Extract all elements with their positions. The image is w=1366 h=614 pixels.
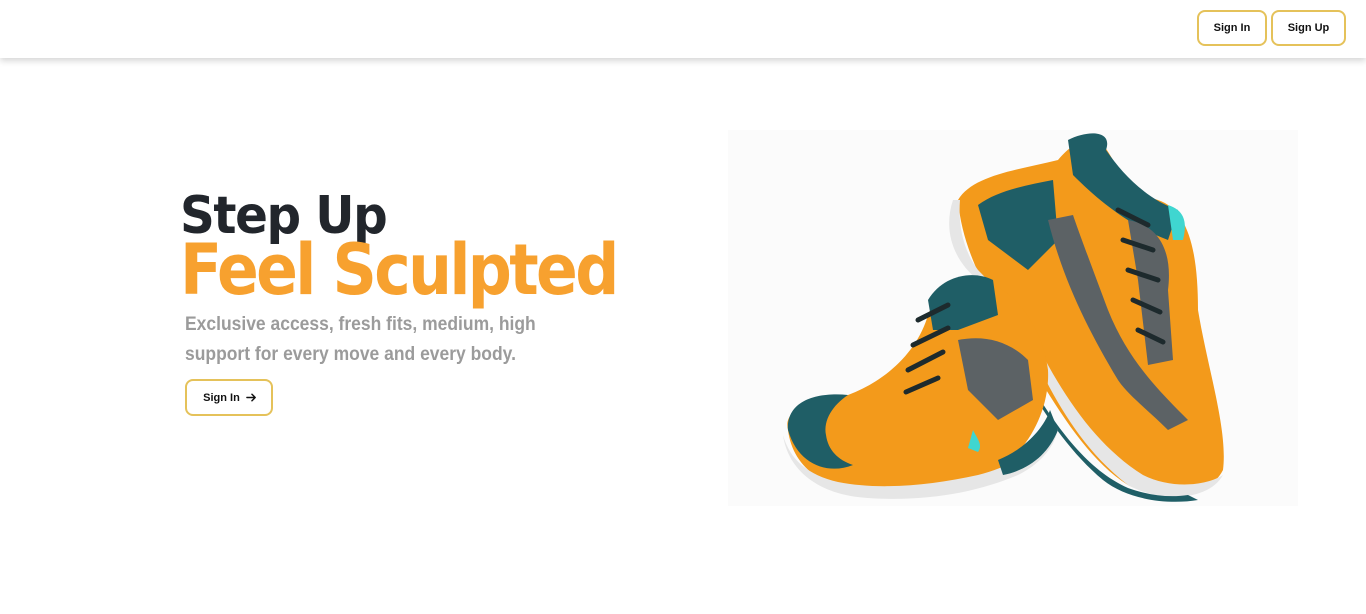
sneakers-illustration [783,133,1224,502]
header-sign-in-button[interactable]: Sign In [1197,10,1267,46]
top-navbar: Sign In Sign Up [0,0,1366,58]
sneakers-image [728,130,1298,506]
hero-text-block: Step Up Feel Sculpted Exclusive access, … [180,186,700,370]
auth-actions: Sign In Sign Up [1197,10,1346,46]
arrow-right-icon [246,393,256,402]
hero-sign-in-button[interactable]: Sign In [185,379,273,416]
header-sign-up-button[interactable]: Sign Up [1271,10,1346,46]
front-shoe [783,275,1058,499]
hero-sign-in-label: Sign In [203,391,240,404]
hero-subtitle: Exclusive access, fresh fits, medium, hi… [185,314,536,365]
hero-title-line2: Feel Sculpted [180,229,619,311]
